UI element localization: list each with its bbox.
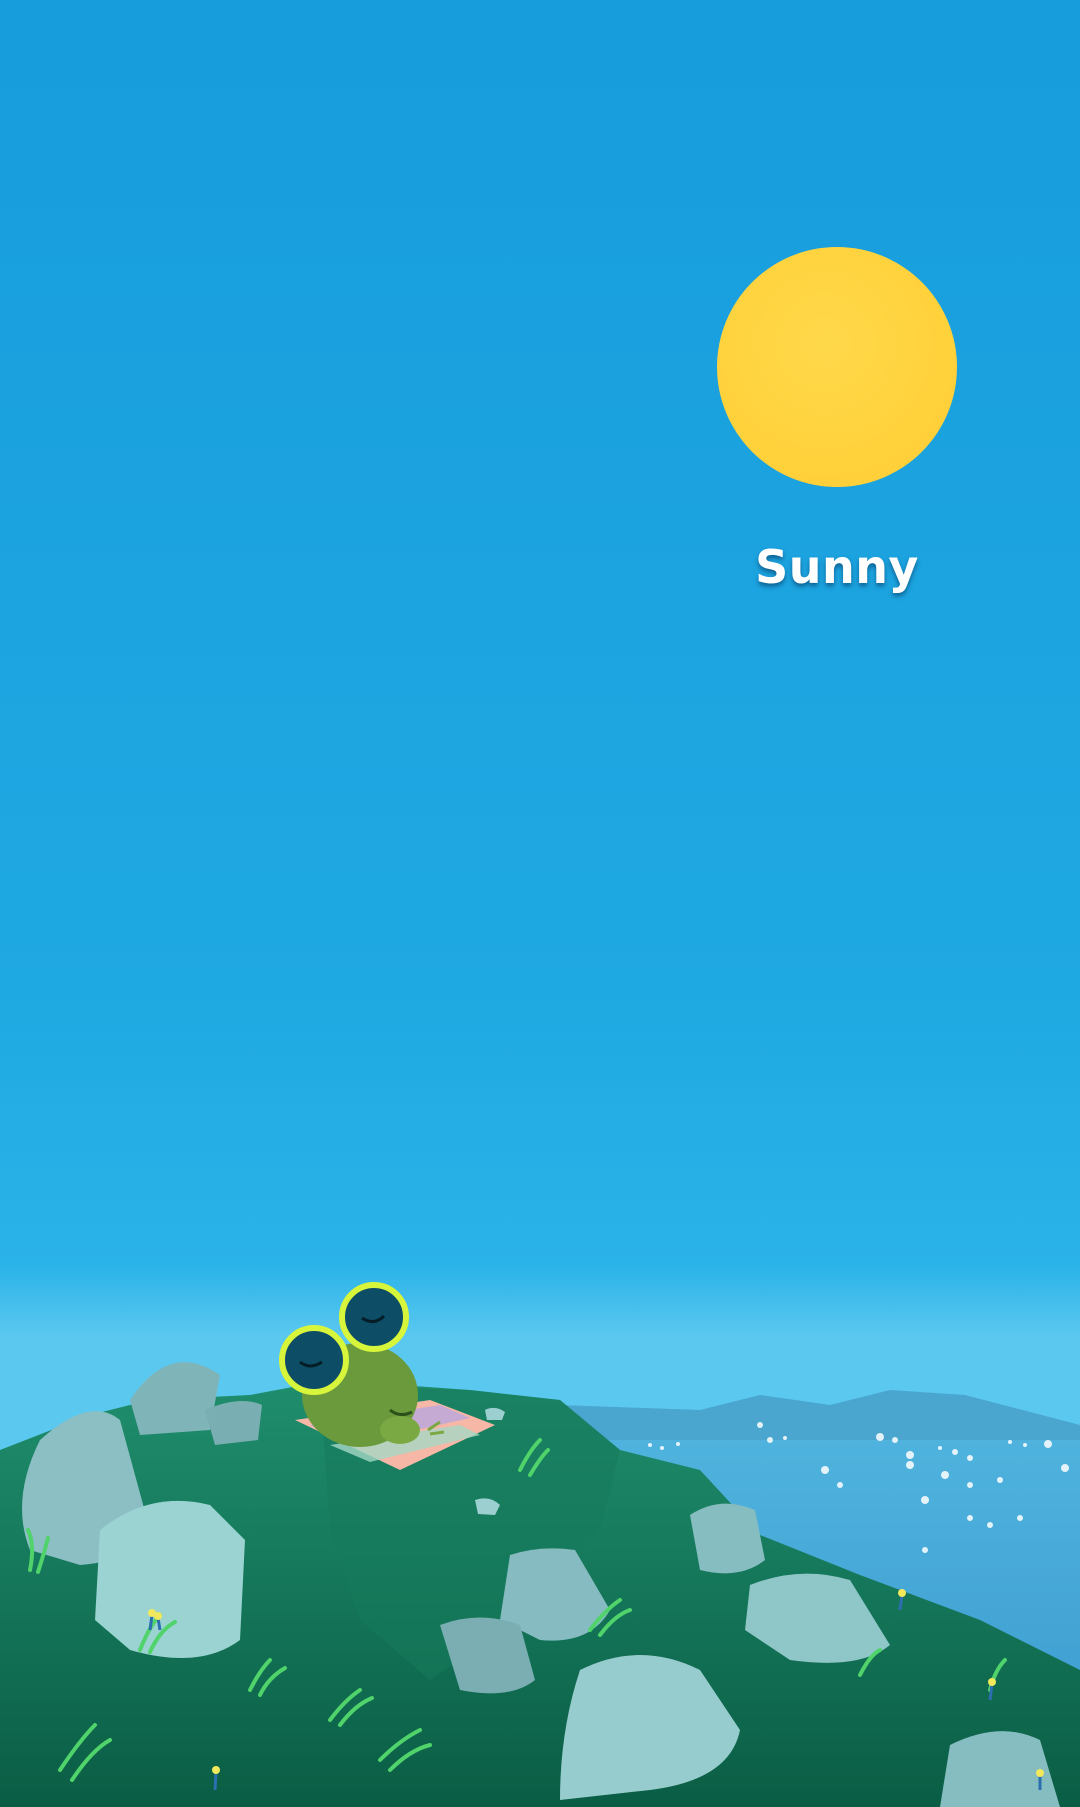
weather-condition-label: Sunny [755, 540, 919, 594]
weather-screen: Sunny [0, 0, 1080, 1807]
sun-icon [717, 247, 957, 487]
hilltop-landscape [0, 1282, 1080, 1807]
